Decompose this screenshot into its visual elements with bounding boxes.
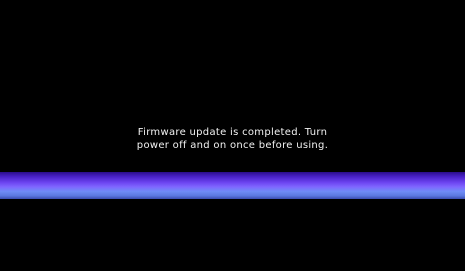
status-message-line-2: power off and on once before using. <box>136 140 329 151</box>
progress-bar <box>0 172 465 199</box>
screen-border <box>465 0 475 271</box>
status-message: Firmware update is completed. Turn power… <box>0 126 465 152</box>
status-message-line-1: Firmware update is completed. Turn <box>137 127 328 138</box>
firmware-update-screen: Firmware update is completed. Turn power… <box>0 0 465 271</box>
